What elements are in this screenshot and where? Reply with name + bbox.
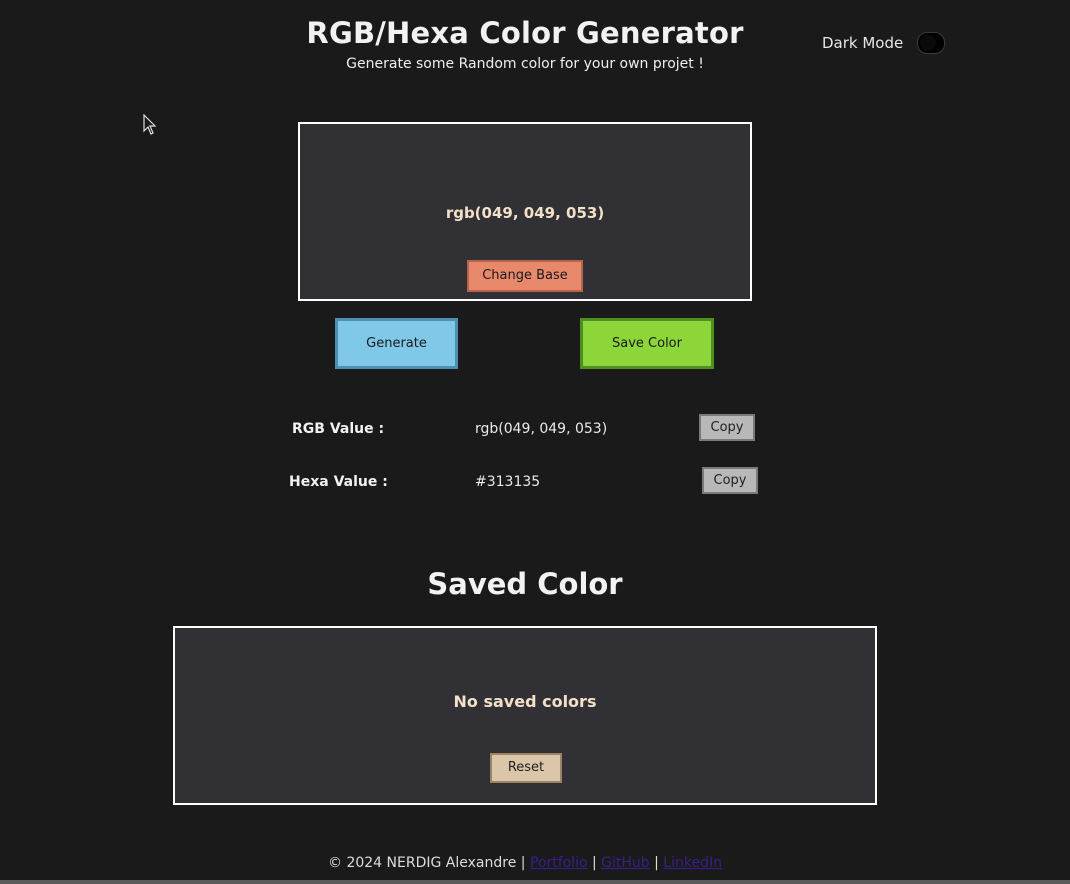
footer-separator: | — [591, 855, 597, 871]
generate-button[interactable]: Generate — [335, 318, 458, 369]
reset-button[interactable]: Reset — [490, 753, 562, 783]
page: RGB/Hexa Color Generator Generate some R… — [0, 0, 1070, 884]
rgb-value-text: rgb(049, 049, 053) — [475, 421, 608, 437]
window-bottom-edge — [0, 880, 1070, 884]
hexa-value-label: Hexa Value : — [289, 474, 388, 490]
mouse-pointer-icon — [143, 114, 157, 135]
dark-mode-toggle[interactable] — [917, 32, 946, 54]
footer-link-github[interactable]: GitHub — [601, 855, 650, 871]
footer-link-portfolio[interactable]: Portfolio — [530, 855, 588, 871]
color-preview-box: rgb(049, 049, 053) Change Base — [298, 122, 752, 301]
copy-hexa-button[interactable]: Copy — [702, 467, 758, 494]
preview-color-value: rgb(049, 049, 053) — [445, 204, 605, 222]
hexa-value-text: #313135 — [475, 474, 541, 490]
footer-link-linkedin[interactable]: LinkedIn — [663, 855, 722, 871]
no-saved-colors-text: No saved colors — [453, 692, 597, 711]
saved-color-title: Saved Color — [427, 567, 623, 601]
footer-separator: | — [520, 855, 526, 871]
footer-copyright: © 2024 NERDIG Alexandre — [328, 855, 517, 871]
rgb-value-label: RGB Value : — [292, 421, 385, 437]
dark-mode-control: Dark Mode — [822, 32, 946, 54]
dark-mode-label: Dark Mode — [822, 34, 904, 52]
footer: © 2024 NERDIG Alexandre | Portfolio | Gi… — [0, 855, 1050, 871]
footer-separator: | — [654, 855, 659, 871]
change-base-button[interactable]: Change Base — [467, 260, 583, 292]
saved-colors-box: No saved colors Reset — [173, 626, 877, 805]
copy-rgb-button[interactable]: Copy — [699, 414, 755, 441]
page-subtitle: Generate some Random color for your own … — [346, 56, 704, 72]
save-color-button[interactable]: Save Color — [580, 318, 714, 369]
